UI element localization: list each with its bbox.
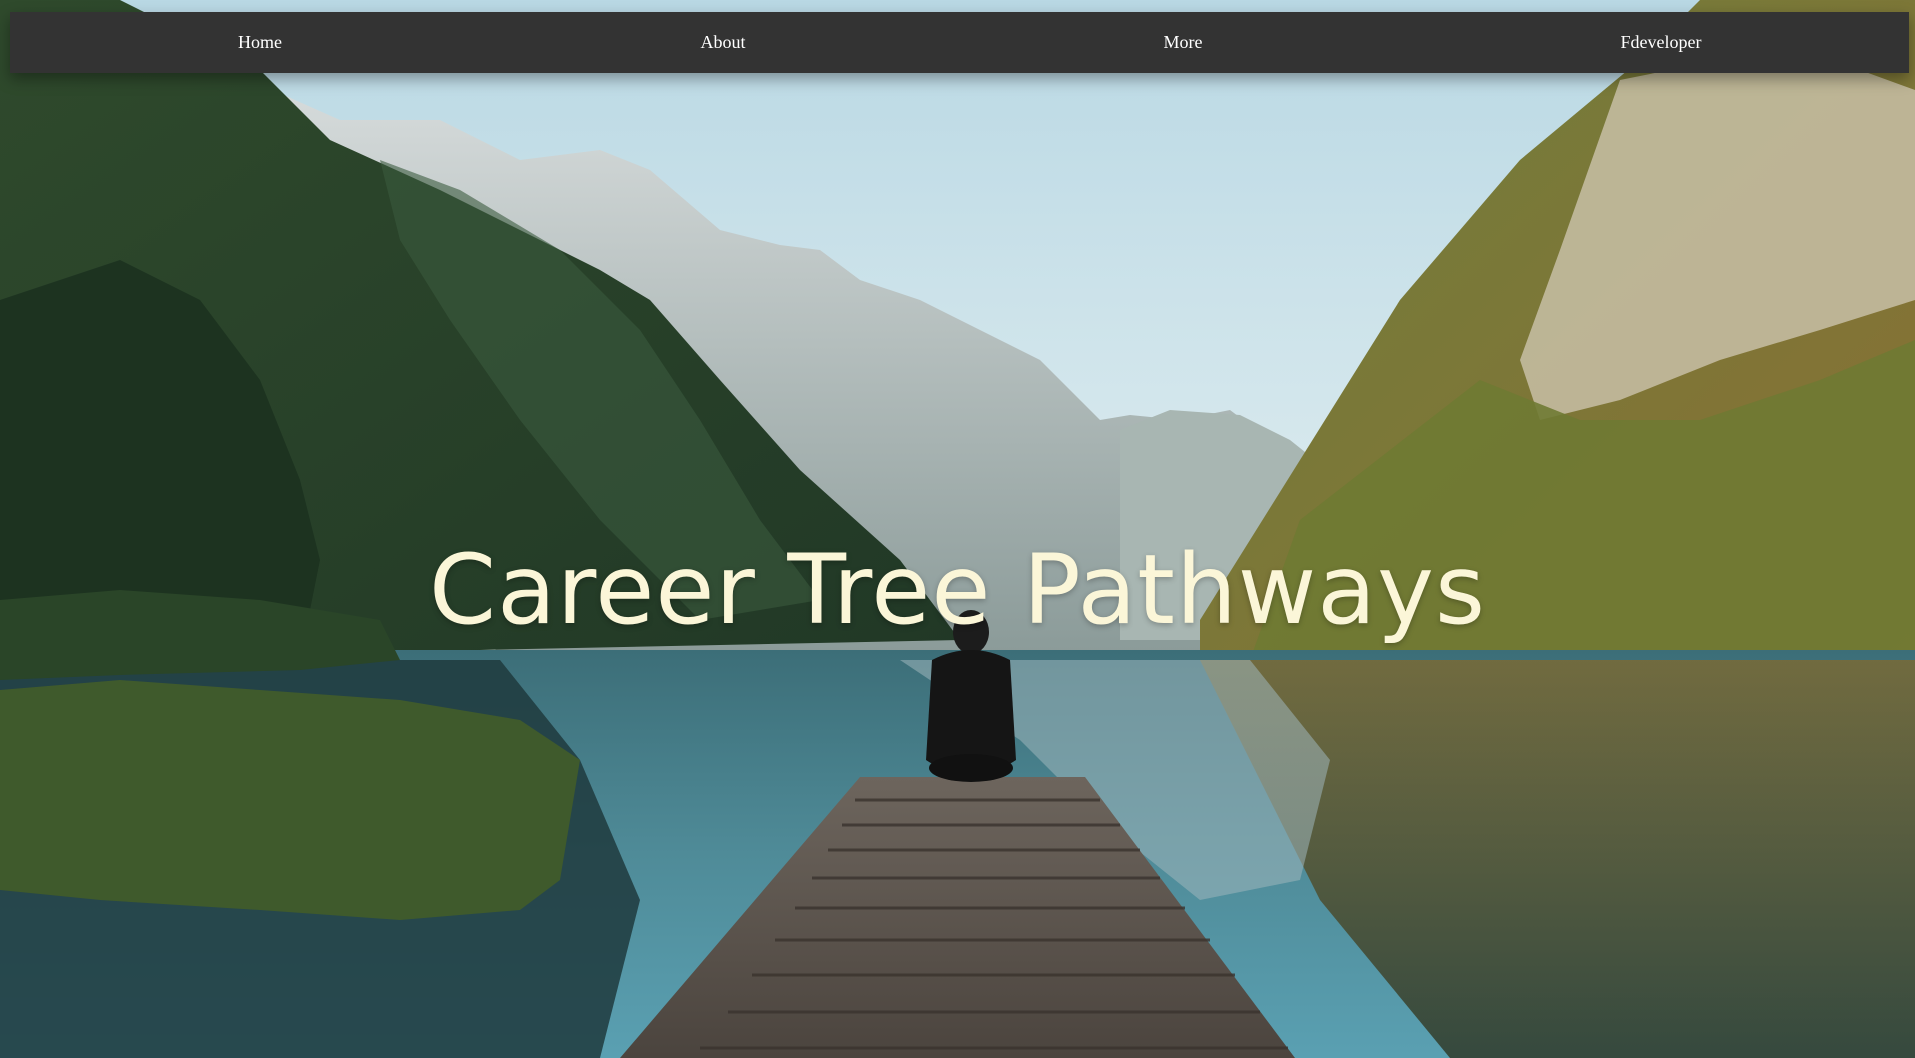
nav-link-fdeveloper[interactable]: Fdeveloper [1571, 12, 1751, 73]
nav-link-more[interactable]: More [1093, 12, 1273, 73]
top-navbar: Home About More Fdeveloper [10, 12, 1909, 73]
hero-title: Career Tree Pathways [429, 534, 1486, 646]
nav-link-about[interactable]: About [633, 12, 813, 73]
page: Home About More Fdeveloper Career Tree P… [0, 0, 1915, 1058]
nav-link-home[interactable]: Home [170, 12, 350, 73]
hero-background-image [0, 0, 1915, 1058]
